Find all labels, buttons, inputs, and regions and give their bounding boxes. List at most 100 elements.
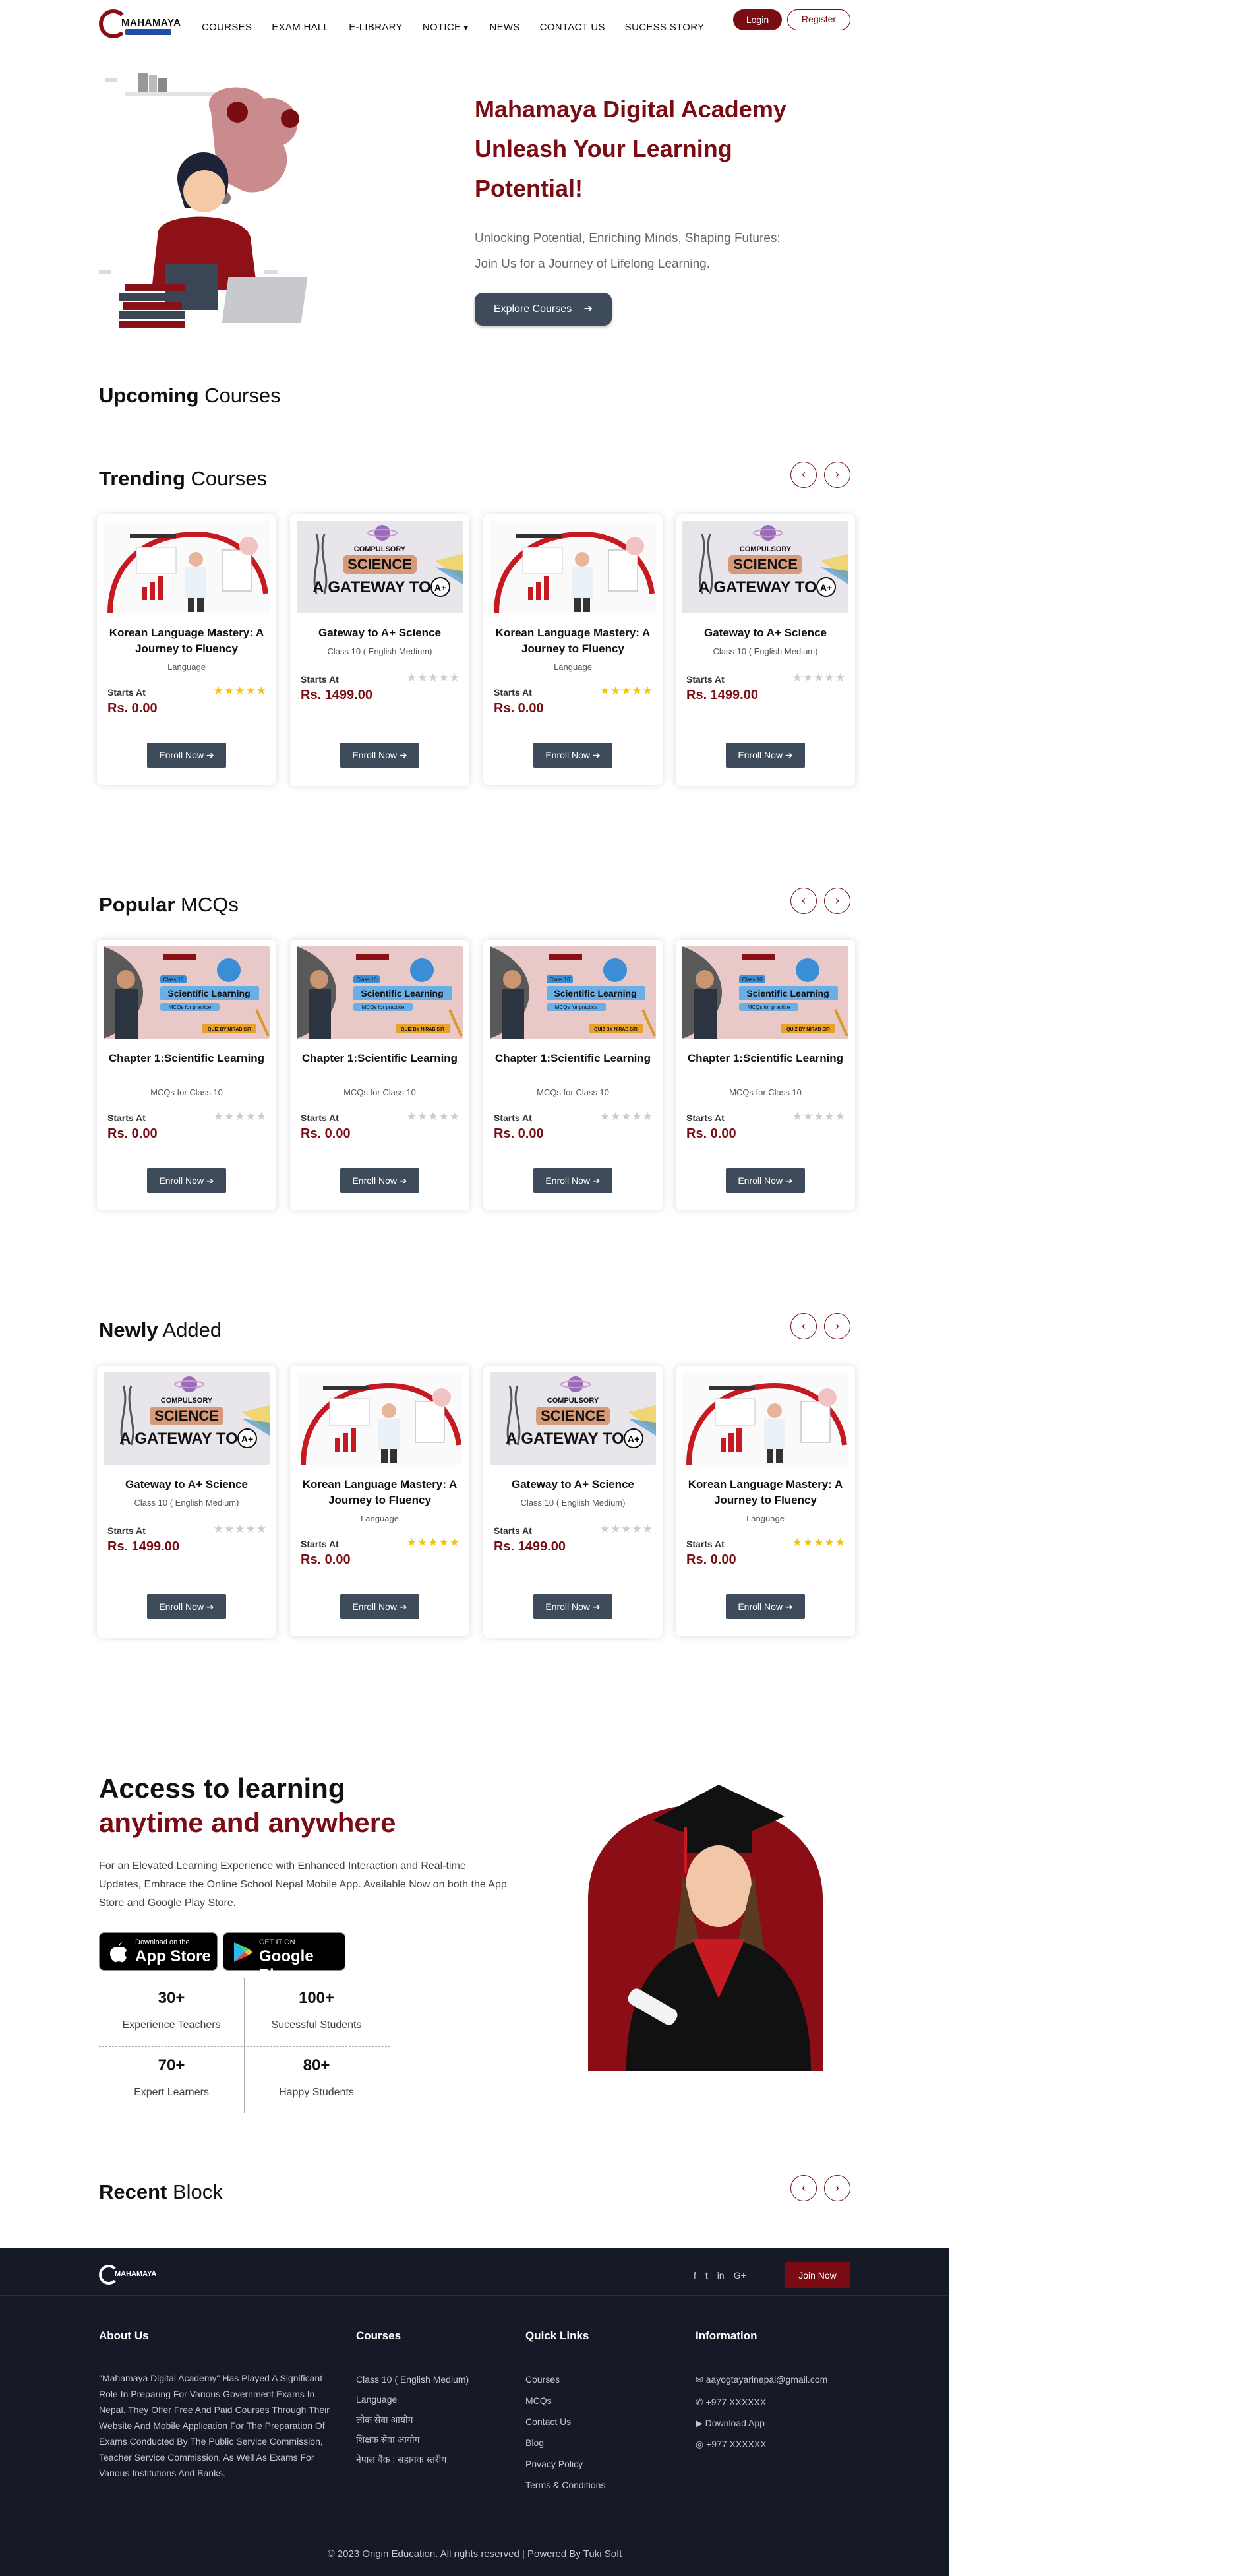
course-card[interactable]: COMPULSORY SCIENCE A GATEWAY TO A+ Gateway t… [483,1366,663,1638]
svg-text:COMPULSORY: COMPULSORY [161,1397,213,1405]
footer-quick-link[interactable]: MCQs [525,2395,552,2406]
course-title[interactable]: Chapter 1:Scientific Learning [682,1051,848,1066]
google-play-button[interactable]: GET IT ON Google Play [223,1932,345,1984]
footer-course-link[interactable]: Language [356,2394,397,2405]
course-card[interactable]: Korean Language Mastery: A Journey to Fl… [97,514,276,785]
enroll-now-button[interactable]: Enroll Now ➔ [726,743,805,768]
register-button[interactable]: Register [787,9,850,30]
login-button[interactable]: Login [733,9,782,30]
nav-item-exam-hall[interactable]: EXAM HALL [272,22,329,33]
footer-email[interactable]: ✉ aayogtayarinepal@gmail.com [696,2374,827,2385]
enroll-now-button[interactable]: Enroll Now ➔ [340,743,419,768]
course-card[interactable]: Korean Language Mastery: A Journey to Fl… [483,514,663,785]
join-now-button[interactable]: Join Now [785,2262,850,2288]
course-title[interactable]: Chapter 1:Scientific Learning [104,1051,270,1066]
course-card[interactable]: Class 10 Scientific Learning MCQs for prac… [97,940,276,1210]
newly-next-button[interactable]: › [824,1313,850,1339]
footer-quick-link[interactable]: Contact Us [525,2416,571,2427]
enroll-now-button[interactable]: Enroll Now ➔ [340,1168,419,1193]
course-card[interactable]: Class 10 Scientific Learning MCQs for prac… [290,940,469,1210]
course-title[interactable]: Gateway to A+ Science [297,625,463,641]
course-thumbnail[interactable] [682,1372,848,1465]
footer-logo[interactable]: MAHAMAYA [99,2263,165,2290]
app-store-button[interactable]: Download on the App Store [99,1932,218,1971]
recent-next-button[interactable]: › [824,2175,850,2201]
course-card[interactable]: COMPULSORY SCIENCE A GATEWAY TO A+ Gateway t… [676,514,855,786]
trending-next-button[interactable]: › [824,462,850,488]
google-plus-icon[interactable]: G+ [734,2270,746,2281]
course-thumbnail[interactable]: Class 10 Scientific Learning MCQs for prac… [104,946,270,1039]
footer-phone[interactable]: ✆ +977 XXXXXX [696,2397,766,2408]
nav-item-news[interactable]: NEWS [489,22,519,33]
enroll-now-button[interactable]: Enroll Now ➔ [726,1168,805,1193]
course-title[interactable]: Chapter 1:Scientific Learning [490,1051,656,1066]
facebook-icon[interactable]: f [694,2270,696,2281]
course-price: Rs. 1499.00 [686,688,758,702]
nav-item-contact[interactable]: CONTACT US [540,22,605,33]
footer-download-app[interactable]: ▶ Download App [696,2418,765,2429]
trending-prev-button[interactable]: ‹ [790,462,817,488]
course-title[interactable]: Korean Language Mastery: A Journey to Fl… [297,1477,463,1508]
enroll-now-button[interactable]: Enroll Now ➔ [147,1594,226,1619]
nav-item-notice[interactable]: NOTICE ▼ [423,22,470,33]
access-description: For an Elevated Learning Experience with… [99,1860,507,1909]
footer-quick-link[interactable]: Terms & Conditions [525,2480,605,2490]
course-title[interactable]: Korean Language Mastery: A Journey to Fl… [682,1477,848,1508]
newly-prev-button[interactable]: ‹ [790,1313,817,1339]
svg-text:QUIZ BY NIRAB SIR: QUIZ BY NIRAB SIR [786,1027,830,1032]
course-card[interactable]: Korean Language Mastery: A Journey to Fl… [676,1366,855,1636]
enroll-now-button[interactable]: Enroll Now ➔ [147,1168,226,1193]
popular-prev-button[interactable]: ‹ [790,888,817,914]
course-thumbnail[interactable]: Class 10 Scientific Learning MCQs for prac… [297,946,463,1039]
course-thumbnail[interactable] [490,521,656,613]
nav-item-success-story[interactable]: SUCESS STORY [625,22,705,33]
course-card[interactable]: Korean Language Mastery: A Journey to Fl… [290,1366,469,1636]
course-thumbnail[interactable]: COMPULSORY SCIENCE A GATEWAY TO A+ [490,1372,656,1465]
course-price: Rs. 0.00 [686,1126,736,1141]
twitter-icon[interactable]: t [705,2270,708,2281]
course-title[interactable]: Chapter 1:Scientific Learning [297,1051,463,1066]
course-thumbnail[interactable]: Class 10 Scientific Learning MCQs for prac… [490,946,656,1039]
enroll-now-button[interactable]: Enroll Now ➔ [726,1594,805,1619]
course-title[interactable]: Gateway to A+ Science [682,625,848,641]
course-thumbnail[interactable]: COMPULSORY SCIENCE A GATEWAY TO A+ [297,521,463,613]
popular-next-button[interactable]: › [824,888,850,914]
linkedin-icon[interactable]: in [717,2270,725,2281]
footer-course-link[interactable]: Class 10 ( English Medium) [356,2374,469,2385]
enroll-now-button[interactable]: Enroll Now ➔ [147,743,226,768]
course-title[interactable]: Gateway to A+ Science [490,1477,656,1492]
enroll-now-button[interactable]: Enroll Now ➔ [533,1594,612,1619]
footer-course-link[interactable]: लोक सेवा आयोग [356,2414,413,2426]
course-thumbnail[interactable]: Class 10 Scientific Learning MCQs for prac… [682,946,848,1039]
footer-course-link[interactable]: नेपाल बैंक : सहायक स्तरीय [356,2453,446,2466]
hero-title: Mahamaya Digital Academy Unleash Your Le… [475,90,844,208]
footer-course-link[interactable]: शिक्षक सेवा आयोग [356,2434,420,2446]
nav-item-elibrary[interactable]: E-LIBRARY [349,22,403,33]
svg-text:SCIENCE: SCIENCE [347,556,412,572]
course-card[interactable]: COMPULSORY SCIENCE A GATEWAY TO A+ Gateway t… [290,514,469,786]
footer-quick-link[interactable]: Privacy Policy [525,2459,583,2469]
explore-courses-button[interactable]: Explore Courses ➔ [475,293,612,326]
course-thumbnail[interactable] [297,1372,463,1465]
recent-prev-button[interactable]: ‹ [790,2175,817,2201]
course-category: Class 10 ( English Medium) [713,646,818,656]
course-title[interactable]: Gateway to A+ Science [104,1477,270,1492]
enroll-now-button[interactable]: Enroll Now ➔ [340,1594,419,1619]
course-thumbnail[interactable]: COMPULSORY SCIENCE A GATEWAY TO A+ [682,521,848,613]
svg-text:QUIZ BY NIRAB SIR: QUIZ BY NIRAB SIR [594,1027,638,1032]
enroll-now-button[interactable]: Enroll Now ➔ [533,1168,612,1193]
nav-item-courses[interactable]: COURSES [202,22,252,33]
course-card[interactable]: Class 10 Scientific Learning MCQs for prac… [676,940,855,1210]
course-title[interactable]: Korean Language Mastery: A Journey to Fl… [490,625,656,657]
course-card[interactable]: COMPULSORY SCIENCE A GATEWAY TO A+ Gateway t… [97,1366,276,1638]
course-card[interactable]: Class 10 Scientific Learning MCQs for prac… [483,940,663,1210]
rating-stars-icon: ★★★★★ [792,671,846,684]
course-thumbnail[interactable]: COMPULSORY SCIENCE A GATEWAY TO A+ [104,1372,270,1465]
enroll-now-button[interactable]: Enroll Now ➔ [533,743,612,768]
footer-quick-link[interactable]: Blog [525,2438,544,2448]
course-thumbnail[interactable] [104,521,270,613]
course-title[interactable]: Korean Language Mastery: A Journey to Fl… [104,625,270,657]
site-logo[interactable]: MAHAMAYA [99,9,182,40]
footer-whatsapp[interactable]: ◎ +977 XXXXXX [696,2439,767,2450]
footer-quick-link[interactable]: Courses [525,2374,560,2385]
